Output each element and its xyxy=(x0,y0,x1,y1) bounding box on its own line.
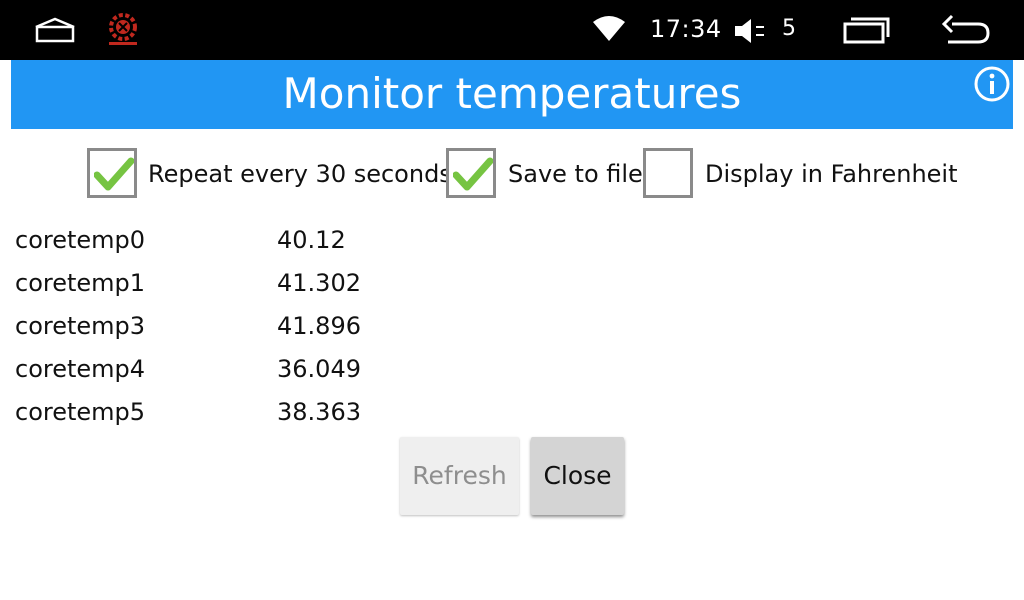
status-bar: 17:34 5 xyxy=(0,0,1024,60)
sensor-name: coretemp4 xyxy=(15,355,146,383)
back-icon[interactable] xyxy=(940,14,992,50)
volume-level: 5 xyxy=(782,16,796,41)
dialog-title-bar: Monitor temperatures xyxy=(11,60,1013,129)
sensor-value: 38.363 xyxy=(277,398,361,426)
sensor-name: coretemp5 xyxy=(15,398,146,426)
fahrenheit-checkbox[interactable] xyxy=(643,148,693,198)
sensor-name: coretemp3 xyxy=(15,312,146,340)
recent-apps-icon[interactable] xyxy=(843,15,891,49)
list-item: coretemp5 38.363 xyxy=(0,394,1024,437)
sensor-value: 40.12 xyxy=(277,226,346,254)
home-icon[interactable] xyxy=(34,17,76,47)
sensor-value: 41.302 xyxy=(277,269,361,297)
options-row: Repeat every 30 seconds Save to file Dis… xyxy=(0,148,1024,204)
clock-time: 17:34 xyxy=(650,15,722,43)
sensor-name: coretemp1 xyxy=(15,269,146,297)
list-item: coretemp3 41.896 xyxy=(0,308,1024,351)
save-to-file-label[interactable]: Save to file xyxy=(508,160,643,188)
repeat-label[interactable]: Repeat every 30 seconds xyxy=(148,160,452,188)
wifi-icon xyxy=(592,16,626,46)
list-item: coretemp1 41.302 xyxy=(0,265,1024,308)
list-item: coretemp0 40.12 xyxy=(0,222,1024,265)
checkmark-icon xyxy=(94,157,134,191)
sensor-value: 41.896 xyxy=(277,312,361,340)
sensor-name: coretemp0 xyxy=(15,226,146,254)
sensor-value: 36.049 xyxy=(277,355,361,383)
close-button[interactable]: Close xyxy=(531,437,624,515)
volume-icon[interactable] xyxy=(734,18,766,48)
temperature-list: coretemp0 40.12 coretemp1 41.302 coretem… xyxy=(0,222,1024,437)
info-icon[interactable] xyxy=(972,64,1012,108)
app-logo-icon xyxy=(106,12,140,52)
refresh-button[interactable]: Refresh xyxy=(400,437,519,515)
repeat-checkbox[interactable] xyxy=(87,148,137,198)
list-item: coretemp4 36.049 xyxy=(0,351,1024,394)
checkmark-icon xyxy=(453,157,493,191)
dialog-title: Monitor temperatures xyxy=(282,69,742,118)
save-to-file-checkbox[interactable] xyxy=(446,148,496,198)
fahrenheit-label[interactable]: Display in Fahrenheit xyxy=(705,160,958,188)
